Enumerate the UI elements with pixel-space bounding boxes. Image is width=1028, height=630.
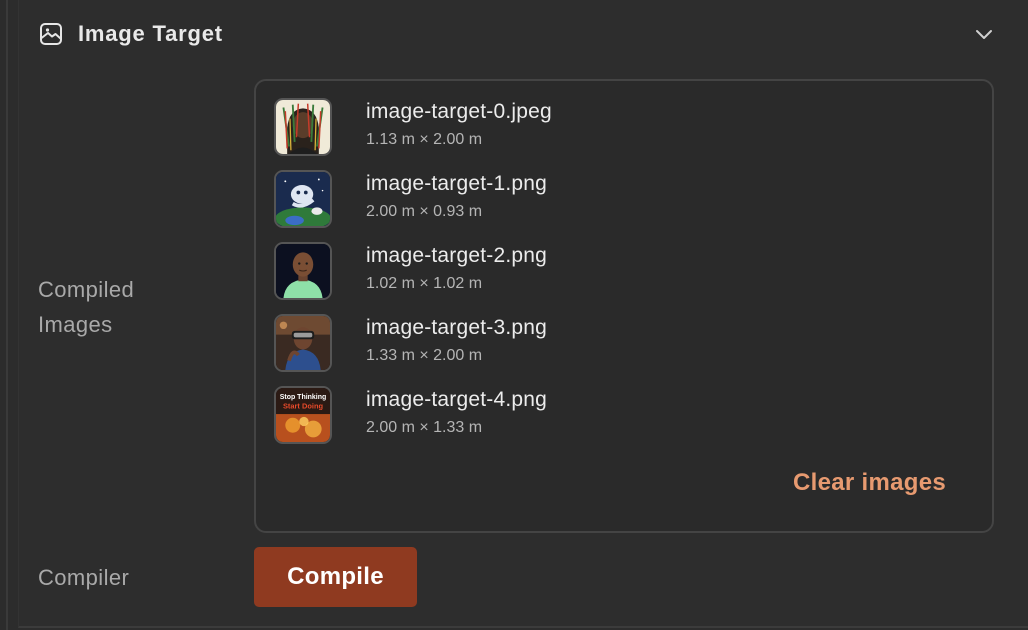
image-thumbnail xyxy=(274,242,332,300)
thumb-text-line2: Start Doing xyxy=(283,401,324,410)
compile-button[interactable]: Compile xyxy=(254,547,417,607)
image-size: 2.00 m × 1.33 m xyxy=(366,419,483,436)
section-header[interactable]: Image Target xyxy=(38,16,998,52)
clear-images-button[interactable]: Clear images xyxy=(793,469,946,497)
app-frame: Image Target Compiled Images image-targe… xyxy=(0,0,1028,630)
image-name: image-target-1.png xyxy=(366,172,548,195)
list-item[interactable]: image-target-1.png 2.00 m × 0.93 m xyxy=(274,170,874,232)
image-thumbnail xyxy=(274,314,332,372)
image-size: 1.33 m × 2.00 m xyxy=(366,347,483,364)
left-rail xyxy=(6,0,8,630)
image-thumbnail xyxy=(274,98,332,156)
image-name: image-target-4.png xyxy=(366,388,548,411)
compiler-label: Compiler xyxy=(38,565,130,590)
image-name: image-target-3.png xyxy=(366,316,548,339)
image-icon xyxy=(38,21,64,47)
list-item[interactable]: image-target-2.png 1.02 m × 1.02 m xyxy=(274,242,874,304)
image-size: 2.00 m × 0.93 m xyxy=(366,203,483,220)
section-title: Image Target xyxy=(78,21,223,46)
compiled-images-label: Compiled Images xyxy=(38,272,134,342)
list-item[interactable]: image-target-0.jpeg 1.13 m × 2.00 m xyxy=(274,98,874,160)
list-item[interactable]: image-target-3.png 1.33 m × 2.00 m xyxy=(274,314,874,376)
compiled-images-list: image-target-0.jpeg 1.13 m × 2.00 m imag… xyxy=(254,79,994,533)
image-name: image-target-2.png xyxy=(366,244,548,267)
compiled-images-label-line1: Compiled xyxy=(38,277,135,302)
image-thumbnail: Stop Thinking Start Doing xyxy=(274,386,332,444)
image-name: image-target-0.jpeg xyxy=(366,100,552,123)
chevron-down-icon[interactable] xyxy=(970,20,998,48)
image-size: 1.02 m × 1.02 m xyxy=(366,275,483,292)
compiled-images-label-line2: Images xyxy=(38,312,113,337)
image-thumbnail xyxy=(274,170,332,228)
list-item[interactable]: Stop Thinking Start Doing image-target-4… xyxy=(274,386,874,448)
image-size: 1.13 m × 2.00 m xyxy=(366,131,483,148)
thumb-text-line1: Stop Thinking xyxy=(280,394,326,401)
